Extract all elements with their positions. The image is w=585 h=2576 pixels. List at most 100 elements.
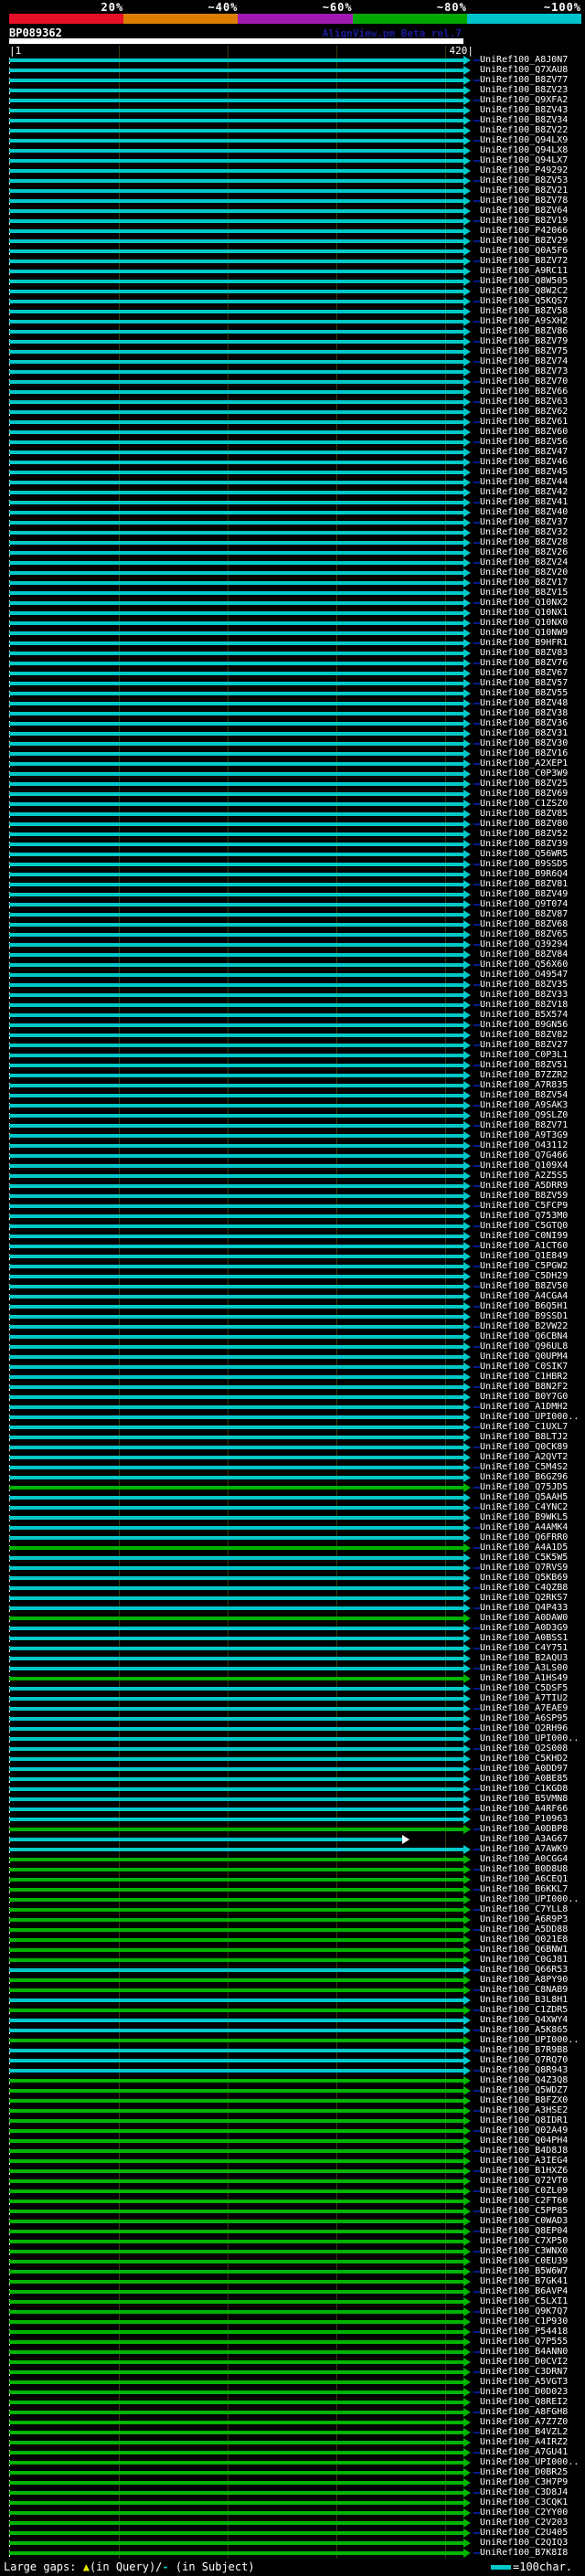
alignment-row[interactable]: UniRef100_B8ZV77 [0, 75, 585, 85]
alignment-bar[interactable] [9, 490, 463, 494]
alignment-row[interactable]: UniRef100_C5DSF5 [0, 1683, 585, 1693]
row-label[interactable]: UniRef100_A7EAE9 [480, 1703, 568, 1713]
alignment-row[interactable]: UniRef100_B8ZV46 [0, 457, 585, 467]
alignment-row[interactable]: UniRef100_B8ZV75 [0, 346, 585, 356]
alignment-row[interactable]: UniRef100_Q7G466 [0, 1150, 585, 1161]
alignment-bar[interactable] [9, 1173, 463, 1178]
row-label[interactable]: UniRef100_B8ZV61 [480, 417, 568, 427]
row-label[interactable]: UniRef100_B8ZV71 [480, 1120, 568, 1130]
alignment-row[interactable]: UniRef100_B8ZV66 [0, 387, 585, 397]
row-label[interactable]: UniRef100_Q56WR5 [480, 849, 568, 859]
alignment-row[interactable]: UniRef100_C8NAB9 [0, 1985, 585, 1995]
row-label[interactable]: UniRef100_A1DMH2 [480, 1402, 568, 1412]
alignment-bar[interactable] [9, 781, 463, 786]
alignment-bar[interactable] [9, 1676, 463, 1680]
alignment-bar[interactable] [9, 1374, 463, 1379]
alignment-bar[interactable] [9, 319, 463, 323]
alignment-bar[interactable] [9, 208, 463, 213]
alignment-bar[interactable] [9, 188, 463, 193]
alignment-bar[interactable] [9, 1103, 463, 1108]
row-label[interactable]: UniRef100_B2VW22 [480, 1321, 568, 1331]
row-label[interactable]: UniRef100_B8ZV58 [480, 306, 568, 316]
row-label[interactable]: UniRef100_B4VZL2 [480, 2427, 568, 2437]
alignment-row[interactable]: UniRef100_A1DMH2 [0, 1402, 585, 1412]
alignment-bar[interactable] [9, 1344, 463, 1349]
alignment-bar[interactable] [9, 2018, 463, 2022]
alignment-bar[interactable] [9, 440, 463, 444]
alignment-bar[interactable] [9, 530, 463, 535]
row-label[interactable]: UniRef100_Q6FRR0 [480, 1532, 568, 1542]
alignment-row[interactable]: UniRef100_Q66R53 [0, 1965, 585, 1975]
row-label[interactable]: UniRef100_C2U405 [480, 2528, 568, 2538]
row-label[interactable]: UniRef100_B8ZV86 [480, 326, 568, 336]
alignment-row[interactable]: UniRef100_Q10NX2 [0, 598, 585, 608]
alignment-row[interactable]: UniRef100_A0DD97 [0, 1764, 585, 1774]
row-label[interactable]: UniRef100_Q8EP04 [480, 2226, 568, 2236]
row-label[interactable]: UniRef100_C1ZDR5 [480, 2005, 568, 2015]
alignment-row[interactable]: UniRef100_A9RC11 [0, 266, 585, 276]
alignment-row[interactable]: UniRef100_A8FGH8 [0, 2407, 585, 2417]
alignment-bar[interactable] [9, 98, 463, 102]
row-label[interactable]: UniRef100_B8ZV20 [480, 567, 568, 578]
alignment-row[interactable]: UniRef100_B7ZZR2 [0, 1070, 585, 1080]
alignment-row[interactable]: UniRef100_A7Z7Z0 [0, 2417, 585, 2427]
alignment-bar[interactable] [9, 691, 463, 695]
alignment-row[interactable]: UniRef100_A2XEP1 [0, 758, 585, 769]
row-label[interactable]: UniRef100_C2FT60 [480, 2196, 568, 2206]
row-label[interactable]: UniRef100_Q1E849 [480, 1251, 568, 1261]
alignment-bar[interactable] [9, 2158, 463, 2163]
alignment-bar[interactable] [9, 832, 463, 836]
alignment-bar[interactable] [9, 2088, 463, 2093]
alignment-bar[interactable] [9, 862, 463, 866]
row-label[interactable]: UniRef100_B8ZV85 [480, 809, 568, 819]
row-label[interactable]: UniRef100_C0WAD3 [480, 2216, 568, 2226]
row-label[interactable]: UniRef100_B8ZV29 [480, 236, 568, 246]
alignment-bar[interactable] [9, 852, 463, 856]
alignment-bar[interactable] [9, 1505, 463, 1510]
row-label[interactable]: UniRef100_Q7RQ70 [480, 2055, 568, 2065]
row-label[interactable]: UniRef100_B5W6W7 [480, 2266, 568, 2276]
alignment-bar[interactable] [9, 1224, 463, 1228]
alignment-row[interactable]: UniRef100_B8ZV27 [0, 1040, 585, 1050]
alignment-bar[interactable] [9, 1284, 463, 1288]
alignment-bar[interactable] [9, 1304, 463, 1309]
alignment-bar[interactable] [9, 2108, 463, 2113]
alignment-row[interactable]: UniRef100_B8ZV68 [0, 919, 585, 929]
alignment-bar[interactable] [9, 2319, 463, 2324]
alignment-row[interactable]: UniRef100_Q753M0 [0, 1211, 585, 1221]
alignment-row[interactable]: UniRef100_UPI000.. [0, 2035, 585, 2045]
alignment-row[interactable]: UniRef100_Q109X4 [0, 1161, 585, 1171]
alignment-bar[interactable] [9, 2138, 463, 2143]
alignment-bar[interactable] [9, 1535, 463, 1540]
row-label[interactable]: UniRef100_B6GZ96 [480, 1472, 568, 1482]
alignment-bar[interactable] [9, 822, 463, 826]
alignment-row[interactable]: UniRef100_A0BSS1 [0, 1633, 585, 1643]
row-label[interactable]: UniRef100_C1UXL7 [480, 1422, 568, 1432]
alignment-bar[interactable] [9, 2339, 463, 2344]
alignment-row[interactable]: UniRef100_A4AMK4 [0, 1522, 585, 1532]
alignment-bar[interactable] [9, 1043, 463, 1047]
alignment-bar[interactable] [9, 158, 463, 163]
row-label[interactable]: UniRef100_Q0A5F6 [480, 246, 568, 256]
alignment-row[interactable]: UniRef100_P49292 [0, 165, 585, 175]
alignment-bar[interactable] [9, 1636, 463, 1640]
alignment-bar[interactable] [9, 2229, 463, 2233]
alignment-row[interactable]: UniRef100_P42066 [0, 226, 585, 236]
alignment-bar[interactable] [9, 2410, 463, 2414]
alignment-bar[interactable] [9, 1023, 463, 1027]
row-label[interactable]: UniRef100_B8ZV41 [480, 497, 568, 507]
alignment-bar[interactable] [9, 339, 463, 344]
alignment-row[interactable]: UniRef100_Q2S008 [0, 1744, 585, 1754]
alignment-row[interactable]: UniRef100_C4YNC2 [0, 1502, 585, 1512]
row-label[interactable]: UniRef100_B8ZV68 [480, 919, 568, 929]
row-label[interactable]: UniRef100_B8ZV44 [480, 477, 568, 487]
alignment-row[interactable]: UniRef100_B8ZV87 [0, 909, 585, 919]
row-label[interactable]: UniRef100_C5PP85 [480, 2206, 568, 2216]
alignment-bar[interactable] [9, 1937, 463, 1942]
row-label[interactable]: UniRef100_B9HFR1 [480, 638, 568, 648]
row-label[interactable]: UniRef100_B5VMN8 [480, 1794, 568, 1804]
row-label[interactable]: UniRef100_B8ZV56 [480, 437, 568, 447]
alignment-row[interactable]: UniRef100_B8ZV81 [0, 879, 585, 889]
row-label[interactable]: UniRef100_B8ZV15 [480, 588, 568, 598]
alignment-bar[interactable] [9, 2058, 463, 2062]
